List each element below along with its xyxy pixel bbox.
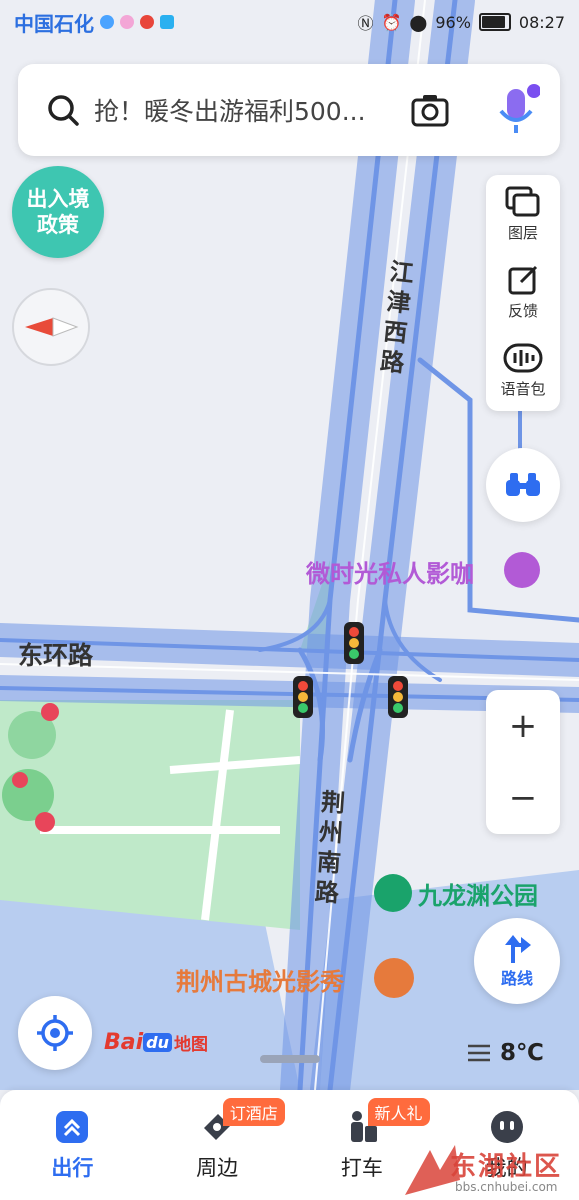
status-bar: 中国石化 Ⓝ ⏰ ⬤ 96% 08:27 xyxy=(0,0,579,44)
voice-pack-button[interactable]: 语音包 xyxy=(486,331,560,409)
search-input[interactable]: 抢！暖冬出游福利500... xyxy=(94,92,398,128)
policy-line-1: 出入境 xyxy=(26,187,90,211)
camera-icon[interactable] xyxy=(410,90,450,130)
layers-icon xyxy=(505,186,540,216)
compass-button[interactable] xyxy=(12,288,90,366)
binoculars-icon xyxy=(506,473,540,496)
locate-crosshair-icon xyxy=(37,1015,73,1051)
poi-label-show[interactable]: 荆州古城光影秀 xyxy=(176,962,344,997)
voice-pack-label: 语音包 xyxy=(500,379,546,398)
voice-pack-icon xyxy=(503,343,543,372)
route-button[interactable]: 路线 xyxy=(474,918,560,1004)
battery-percent: 96% xyxy=(435,12,471,32)
tab-taxi-label: 打车 xyxy=(340,1156,383,1180)
zoom-in-button[interactable]: + xyxy=(486,690,560,762)
search-bar[interactable]: 抢！暖冬出游福利500... xyxy=(18,64,560,156)
entry-exit-policy-badge[interactable]: 出入境 政策 xyxy=(12,166,104,258)
route-arrow-icon xyxy=(505,935,531,963)
new-user-gift-badge: 新人礼 xyxy=(367,1098,430,1126)
tab-travel-label: 出行 xyxy=(51,1156,94,1180)
location-icon: ⬤ xyxy=(409,12,428,32)
tab-nearby[interactable]: 订酒店 周边 xyxy=(145,1090,290,1200)
haze-icon xyxy=(468,1044,490,1062)
alarm-icon: ⏰ xyxy=(381,12,402,32)
traffic-light-icon xyxy=(344,622,364,664)
layers-button[interactable]: 图层 xyxy=(486,175,560,253)
feedback-edit-icon xyxy=(508,265,538,294)
carrier-name: 中国石化 xyxy=(14,11,94,36)
baidu-map-logo: Bai du 地图 xyxy=(104,1030,208,1055)
poi-label-park[interactable]: 九龙渊公园 xyxy=(418,876,538,911)
park-poi-icon[interactable] xyxy=(374,874,412,912)
map-tools-panel: 图层 反馈 语音包 xyxy=(486,175,560,411)
zoom-out-button[interactable]: − xyxy=(486,762,560,834)
panorama-button[interactable] xyxy=(486,448,560,522)
poi-label-cafe[interactable]: 微时光私人影咖 xyxy=(306,554,474,589)
feedback-button[interactable]: 反馈 xyxy=(486,253,560,331)
nfc-icon: Ⓝ xyxy=(357,14,374,33)
search-icon xyxy=(48,95,79,126)
traffic-light-icon xyxy=(388,676,408,718)
watermark-url: bbs.cnhubei.com xyxy=(455,1180,558,1194)
watermark-text: 东湖社区 xyxy=(450,1152,563,1182)
map-drag-handle[interactable] xyxy=(260,1055,320,1063)
tab-travel[interactable]: 出行 xyxy=(0,1090,145,1200)
road-label-donghuan: 东环路 xyxy=(18,641,94,670)
battery-icon xyxy=(478,13,511,31)
app-notification-icon xyxy=(100,15,114,29)
baidu-paw-logo: du xyxy=(143,1033,172,1052)
search-app-icon xyxy=(160,15,174,29)
temperature: 8℃ xyxy=(500,1040,544,1066)
zoom-controls: + − xyxy=(486,690,560,834)
compass-needle-icon xyxy=(25,317,79,337)
voice-mic-icon[interactable] xyxy=(494,83,540,137)
tab-nearby-label: 周边 xyxy=(196,1156,239,1180)
show-poi-icon[interactable] xyxy=(374,958,414,998)
layers-label: 图层 xyxy=(507,223,538,242)
hotel-badge: 订酒店 xyxy=(222,1098,285,1126)
feedback-label: 反馈 xyxy=(507,301,538,320)
weather-indicator[interactable]: 8℃ xyxy=(466,1040,544,1066)
traffic-light-icon xyxy=(293,676,313,718)
locate-me-button[interactable] xyxy=(18,996,92,1070)
clock: 08:27 xyxy=(518,12,565,32)
route-label: 路线 xyxy=(500,969,533,988)
cafe-poi-icon[interactable] xyxy=(504,552,540,588)
policy-line-2: 政策 xyxy=(37,213,79,237)
weibo-icon xyxy=(140,15,154,29)
app-notification-icon xyxy=(120,15,134,29)
travel-icon xyxy=(56,1111,89,1143)
